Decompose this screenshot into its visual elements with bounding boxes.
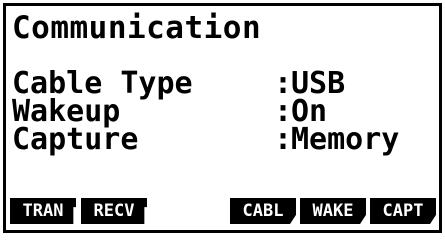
screen-title: Communication [12, 10, 262, 46]
f1-tran-key[interactable]: TRAN [10, 198, 76, 224]
f5-wake-key[interactable]: WAKE [300, 198, 366, 224]
setting-separator: : [274, 122, 293, 157]
f4-cabl-key[interactable]: CABL [230, 198, 296, 224]
f2-recv-key[interactable]: RECV [81, 198, 147, 224]
function-key-bar: TRAN RECV CABL WAKE CAPT [6, 198, 439, 226]
setting-value: Memory [291, 122, 400, 157]
setting-label: Capture [12, 122, 139, 157]
f6-capt-key[interactable]: CAPT [370, 198, 436, 224]
calculator-screen: Communication Cable Type : USB Wakeup : … [3, 3, 442, 233]
